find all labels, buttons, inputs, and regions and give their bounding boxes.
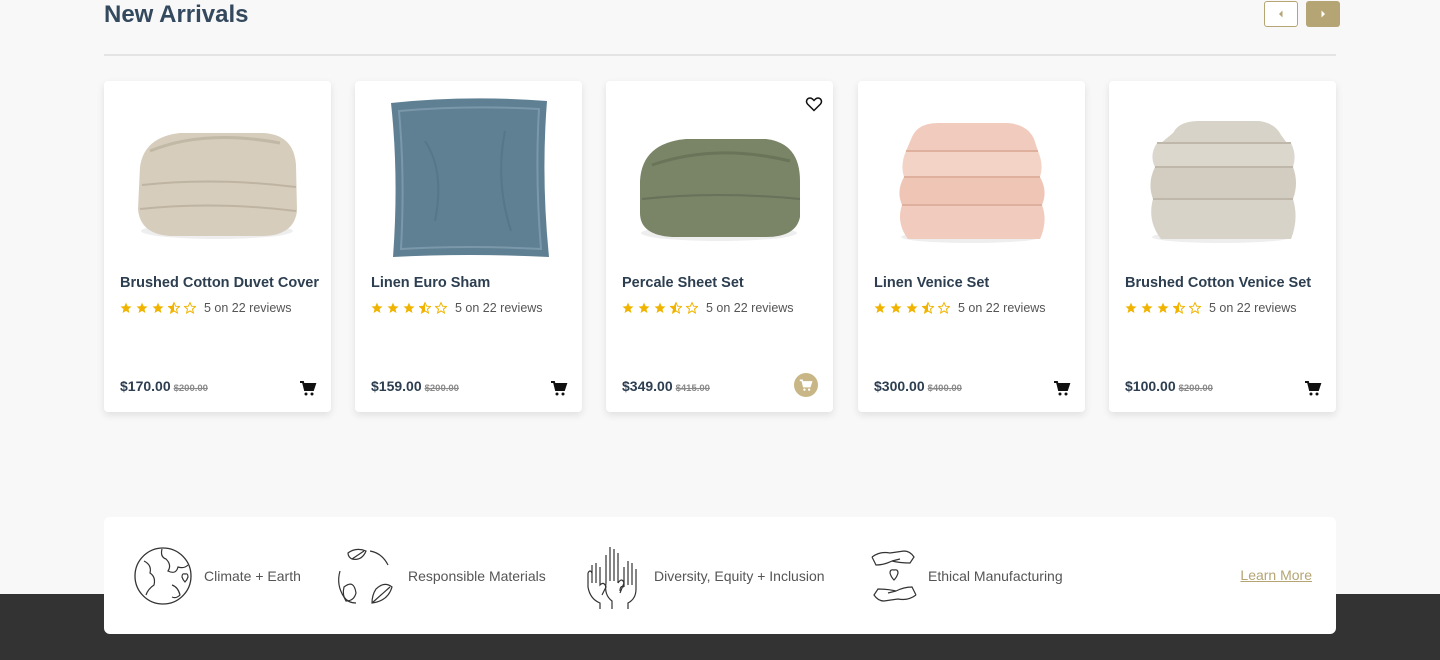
chevron-right-icon — [1321, 10, 1325, 18]
rating-text: 5 on 22 reviews — [1209, 301, 1297, 315]
value-item: Diversity, Equity + Inclusion — [580, 517, 825, 634]
add-to-cart-icon[interactable] — [1053, 379, 1071, 397]
star-full-icon — [654, 302, 666, 313]
section-header: New Arrivals — [104, 0, 1340, 56]
star-full-icon — [622, 302, 634, 313]
value-item: Ethical Manufacturing — [870, 517, 1063, 634]
star-full-icon — [890, 302, 902, 313]
star-full-icon — [874, 302, 886, 313]
product-card[interactable]: Brushed Cotton Duvet Cover 5 on 22 revie… — [104, 81, 331, 412]
star-empty-icon — [184, 302, 196, 314]
product-image[interactable] — [606, 81, 833, 261]
star-half-icon — [670, 302, 682, 314]
rating-stars — [874, 302, 950, 314]
star-half-icon — [419, 302, 431, 314]
star-full-icon — [152, 302, 164, 313]
star-full-icon — [906, 302, 918, 313]
price: $159.00 $200.00 — [371, 378, 459, 394]
value-item: Climate + Earth — [132, 517, 301, 634]
star-empty-icon — [938, 302, 950, 314]
star-full-icon — [1125, 302, 1137, 313]
cart-icon — [799, 379, 813, 391]
rating-text: 5 on 22 reviews — [958, 301, 1046, 315]
product-image[interactable] — [858, 81, 1085, 261]
product-card[interactable]: Linen Euro Sham 5 on 22 reviews $159.00 $… — [355, 81, 582, 412]
product-name[interactable]: Linen Euro Sham — [371, 275, 490, 291]
product-name[interactable]: Linen Venice Set — [874, 275, 989, 291]
product-card[interactable]: Percale Sheet Set 5 on 22 reviews $349.0… — [606, 81, 833, 412]
add-to-cart-icon[interactable] — [550, 379, 568, 397]
rating-stars — [1125, 302, 1201, 314]
star-full-icon — [1157, 302, 1169, 313]
star-half-icon — [168, 302, 180, 314]
product-name[interactable]: Brushed Cotton Venice Set — [1125, 275, 1311, 291]
price: $100.00 $200.00 — [1125, 378, 1213, 394]
product-image[interactable] — [1109, 81, 1336, 261]
product-name[interactable]: Percale Sheet Set — [622, 275, 744, 291]
globe-heart-icon — [134, 546, 192, 605]
carousel-prev-button[interactable] — [1264, 1, 1298, 27]
leaf-cycle-icon — [338, 548, 393, 604]
add-to-cart-icon[interactable] — [1304, 379, 1322, 397]
star-empty-icon — [1189, 302, 1201, 314]
rating: 5 on 22 reviews — [120, 300, 292, 316]
value-label: Responsible Materials — [408, 567, 546, 584]
learn-more-link[interactable]: Learn More — [1240, 567, 1312, 583]
value-item: Responsible Materials — [334, 517, 546, 634]
add-to-cart-button[interactable] — [794, 373, 818, 397]
star-full-icon — [371, 302, 383, 313]
price: $300.00 $400.00 — [874, 378, 962, 394]
rating-stars — [120, 302, 196, 314]
chevron-left-icon — [1279, 10, 1283, 18]
value-label: Diversity, Equity + Inclusion — [654, 567, 825, 584]
rating: 5 on 22 reviews — [1125, 300, 1297, 316]
add-to-cart-icon[interactable] — [299, 379, 317, 397]
rating: 5 on 22 reviews — [371, 300, 543, 316]
value-label: Climate + Earth — [204, 567, 301, 584]
old-price: $200.00 — [1178, 383, 1213, 394]
price: $170.00 $200.00 — [120, 378, 208, 394]
rating: 5 on 22 reviews — [622, 300, 794, 316]
star-full-icon — [403, 302, 415, 313]
raised-hands-icon — [587, 546, 637, 609]
current-price: $170.00 — [120, 378, 171, 394]
value-label: Ethical Manufacturing — [928, 567, 1063, 584]
product-carousel: Brushed Cotton Duvet Cover 5 on 22 revie… — [104, 81, 1336, 413]
carousel-next-button[interactable] — [1306, 1, 1340, 27]
product-card[interactable]: Brushed Cotton Venice Set 5 on 22 review… — [1109, 81, 1336, 412]
current-price: $100.00 — [1125, 378, 1176, 394]
values-panel: Climate + Earth Responsible Materials Di… — [104, 517, 1336, 634]
rating-stars — [371, 302, 447, 314]
product-name[interactable]: Brushed Cotton Duvet Cover — [120, 275, 319, 291]
rating-text: 5 on 22 reviews — [706, 301, 794, 315]
star-empty-icon — [686, 302, 698, 314]
current-price: $349.00 — [622, 378, 673, 394]
star-full-icon — [1141, 302, 1153, 313]
star-full-icon — [120, 302, 132, 313]
old-price: $200.00 — [173, 383, 208, 394]
product-card[interactable]: Linen Venice Set 5 on 22 reviews $300.00… — [858, 81, 1085, 412]
product-image[interactable] — [104, 81, 331, 261]
rating: 5 on 22 reviews — [874, 300, 1046, 316]
current-price: $300.00 — [874, 378, 925, 394]
rating-text: 5 on 22 reviews — [455, 301, 543, 315]
star-half-icon — [1173, 302, 1185, 314]
product-image[interactable] — [355, 81, 582, 261]
old-price: $400.00 — [927, 383, 962, 394]
price: $349.00 $415.00 — [622, 378, 710, 394]
star-half-icon — [922, 302, 934, 314]
rating-stars — [622, 302, 698, 314]
star-full-icon — [136, 302, 148, 313]
rating-text: 5 on 22 reviews — [204, 301, 292, 315]
star-full-icon — [638, 302, 650, 313]
old-price: $415.00 — [675, 383, 710, 394]
current-price: $159.00 — [371, 378, 422, 394]
hands-heart-icon — [871, 549, 917, 602]
star-empty-icon — [435, 302, 447, 314]
old-price: $200.00 — [424, 383, 459, 394]
section-title: New Arrivals — [104, 1, 249, 28]
star-full-icon — [387, 302, 399, 313]
